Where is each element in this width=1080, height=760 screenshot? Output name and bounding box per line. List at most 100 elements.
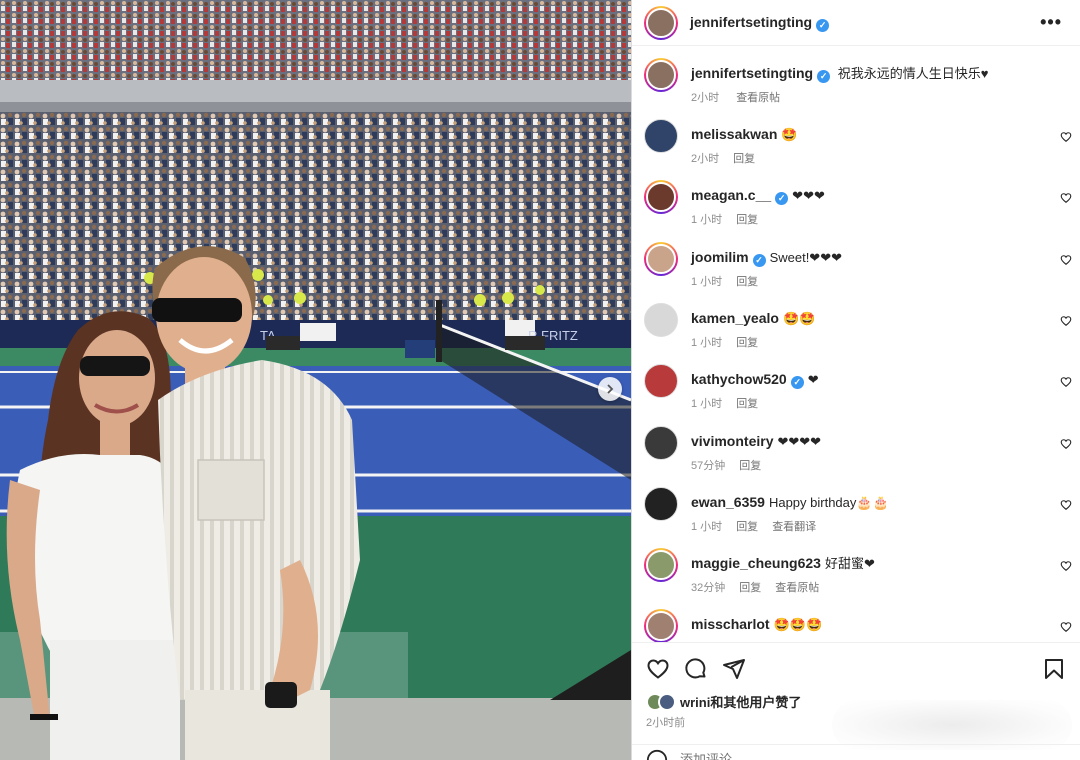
comment-row: vivimonteiry ❤❤❤❤ 57分钟 回复 <box>644 425 1080 486</box>
reply-link[interactable]: 回复 <box>736 521 758 533</box>
verified-badge-icon: ✓ <box>790 376 804 390</box>
more-options-icon[interactable]: ••• <box>1034 12 1068 33</box>
comment-like-heart-icon[interactable] <box>1060 131 1072 143</box>
comment-text: 好甜蜜❤ <box>824 556 875 572</box>
reply-link[interactable]: 回复 <box>736 337 758 349</box>
commenter-avatar[interactable] <box>644 180 678 215</box>
comment-like-heart-icon[interactable] <box>1060 560 1072 572</box>
commenter-username[interactable]: melissakwan <box>691 126 777 142</box>
commenter-username[interactable]: kamen_yealo <box>691 310 779 326</box>
reply-link[interactable]: 回复 <box>736 398 758 410</box>
commenter-username[interactable]: joomilim <box>691 249 749 265</box>
verified-badge-icon: ✓ <box>816 18 830 32</box>
avatar-image <box>644 302 678 337</box>
commenter-avatar[interactable] <box>644 241 678 276</box>
comment-text: Sweet!❤❤❤ <box>769 249 842 265</box>
next-photo-button[interactable] <box>598 377 622 401</box>
comment-extra-link[interactable]: 查看原帖 <box>775 582 819 594</box>
reply-link[interactable]: 回复 <box>736 214 758 226</box>
emoji-smiley-icon[interactable] <box>646 749 668 760</box>
caption-username[interactable]: jennifertsetingting <box>691 65 813 81</box>
post-timestamp: 2小时前 <box>646 717 686 729</box>
comment-body: joomilim ✓ Sweet!❤❤❤ 1 小时 回复 <box>691 242 1080 302</box>
comment-body: melissakwan 🤩 2小时 回复 <box>691 119 1080 179</box>
comment-extra-link[interactable]: 查看翻译 <box>772 521 816 533</box>
avatar-image <box>644 119 678 153</box>
comments-list: jennifertsetingting ✓ 祝我永远的情人生日快乐♥ 2小时 查看… <box>632 46 1080 642</box>
comment-body: kamen_yealo 🤩🤩 1 小时 回复 <box>691 303 1080 363</box>
commenter-avatar[interactable] <box>644 364 678 399</box>
comment-meta: 1 小时 回复 <box>691 334 1080 350</box>
verified-badge-icon: ✓ <box>752 253 766 267</box>
commenter-username[interactable]: vivimonteiry <box>691 433 773 449</box>
commenter-avatar[interactable] <box>644 486 678 521</box>
like-heart-icon[interactable] <box>646 657 670 681</box>
reply-link[interactable]: 回复 <box>739 460 761 472</box>
verified-badge-icon: ✓ <box>775 192 789 206</box>
commenter-username[interactable]: ewan_6359 <box>691 494 765 510</box>
author-avatar[interactable] <box>644 5 678 40</box>
commenter-username[interactable]: misscharlot <box>691 616 770 632</box>
comment-text: Happy birthday🎂🎂 <box>768 494 889 510</box>
caption-meta: 2小时 查看原帖 <box>691 89 1080 105</box>
comment-body: maggie_cheung623 好甜蜜❤ 32分钟 回复 查看原帖 <box>691 548 1080 608</box>
comment-body: meagan.c__ ✓ ❤❤❤ 1 小时 回复 <box>691 180 1080 240</box>
commenter-username[interactable]: meagan.c__ <box>691 187 771 203</box>
comment-like-heart-icon[interactable] <box>1060 254 1072 266</box>
comment-text: ❤❤❤❤ <box>777 433 822 449</box>
likes-summary[interactable]: wrini和其他用户赞了 <box>646 692 801 711</box>
comment-like-heart-icon[interactable] <box>1060 376 1072 388</box>
comment-bubble-icon[interactable] <box>684 657 708 681</box>
likes-text: wrini和其他用户赞了 <box>680 695 802 710</box>
photo-illustration: TA R FRITZ <box>0 0 631 760</box>
commenter-username[interactable]: kathychow520 <box>691 371 787 387</box>
comment-row: melissakwan 🤩 2小时 回复 <box>644 119 1080 179</box>
comment-time: 1 小时 <box>691 214 723 227</box>
comment-text: ❤❤❤ <box>792 188 825 204</box>
comment-body: misscharlot🤩🤩🤩1 小时回复 <box>691 609 1080 642</box>
verified-badge-icon: ✓ <box>817 70 831 83</box>
chevron-right-icon <box>607 384 614 394</box>
comment-row: ewan_6359 Happy birthday🎂🎂 1 小时 回复 查看翻译 <box>644 486 1080 547</box>
comment-meta: 57分钟 回复 <box>691 457 1080 473</box>
commenter-avatar[interactable] <box>644 548 678 583</box>
comment-like-heart-icon[interactable] <box>1060 621 1072 633</box>
commenter-avatar[interactable] <box>644 302 678 337</box>
post-header: jennifertsetingting ✓ ••• <box>632 0 1080 46</box>
commenter-avatar[interactable] <box>644 119 678 153</box>
comment-time: 1 小时 <box>691 275 723 288</box>
comment-meta: 1 小时 回复 <box>691 273 1080 289</box>
comment-row: kathychow520 ✓ ❤ 1 小时 回复 <box>644 364 1080 424</box>
caption-time: 2小时 <box>691 92 720 104</box>
comment-like-heart-icon[interactable] <box>1060 499 1072 511</box>
caption-body: jennifertsetingting ✓ 祝我永远的情人生日快乐♥ 2小时 查看… <box>691 58 1080 118</box>
comment-like-heart-icon[interactable] <box>1060 192 1072 204</box>
avatar-image <box>644 486 678 521</box>
reply-link[interactable]: 回复 <box>736 276 758 288</box>
caption-row: jennifertsetingting ✓ 祝我永远的情人生日快乐♥ 2小时 查看… <box>644 58 1080 118</box>
commenter-avatar[interactable] <box>644 609 678 642</box>
comment-text: 🤩🤩🤩 <box>773 617 823 633</box>
reply-link[interactable]: 回复 <box>739 582 761 594</box>
reply-link[interactable]: 回复 <box>733 153 755 165</box>
add-comment-bar <box>632 744 1080 760</box>
comment-like-heart-icon[interactable] <box>1060 315 1072 327</box>
comment-line: ewan_6359 Happy birthday🎂🎂 <box>691 493 1080 512</box>
comment-like-heart-icon[interactable] <box>1060 438 1072 450</box>
comment-meta: 1 小时 回复 查看翻译 <box>691 518 1080 534</box>
caption-avatar[interactable] <box>644 58 678 92</box>
commenter-avatar[interactable] <box>644 425 678 460</box>
action-bar <box>632 642 1080 694</box>
author-username[interactable]: jennifertsetingting <box>690 14 812 30</box>
view-original-link[interactable]: 查看原帖 <box>736 92 780 104</box>
add-comment-input[interactable] <box>680 752 980 760</box>
comment-line: maggie_cheung623 好甜蜜❤ <box>691 554 1080 573</box>
commenter-username[interactable]: maggie_cheung623 <box>691 555 821 571</box>
comment-time: 1 小时 <box>691 520 723 533</box>
comment-row: maggie_cheung623 好甜蜜❤ 32分钟 回复 查看原帖 <box>644 548 1080 608</box>
share-send-icon[interactable] <box>722 657 746 681</box>
avatar-image <box>646 182 676 213</box>
post-side-panel: jennifertsetingting ✓ ••• jennifertseting… <box>631 0 1080 760</box>
save-bookmark-icon[interactable] <box>1042 657 1066 681</box>
comment-body: kathychow520 ✓ ❤ 1 小时 回复 <box>691 364 1080 424</box>
